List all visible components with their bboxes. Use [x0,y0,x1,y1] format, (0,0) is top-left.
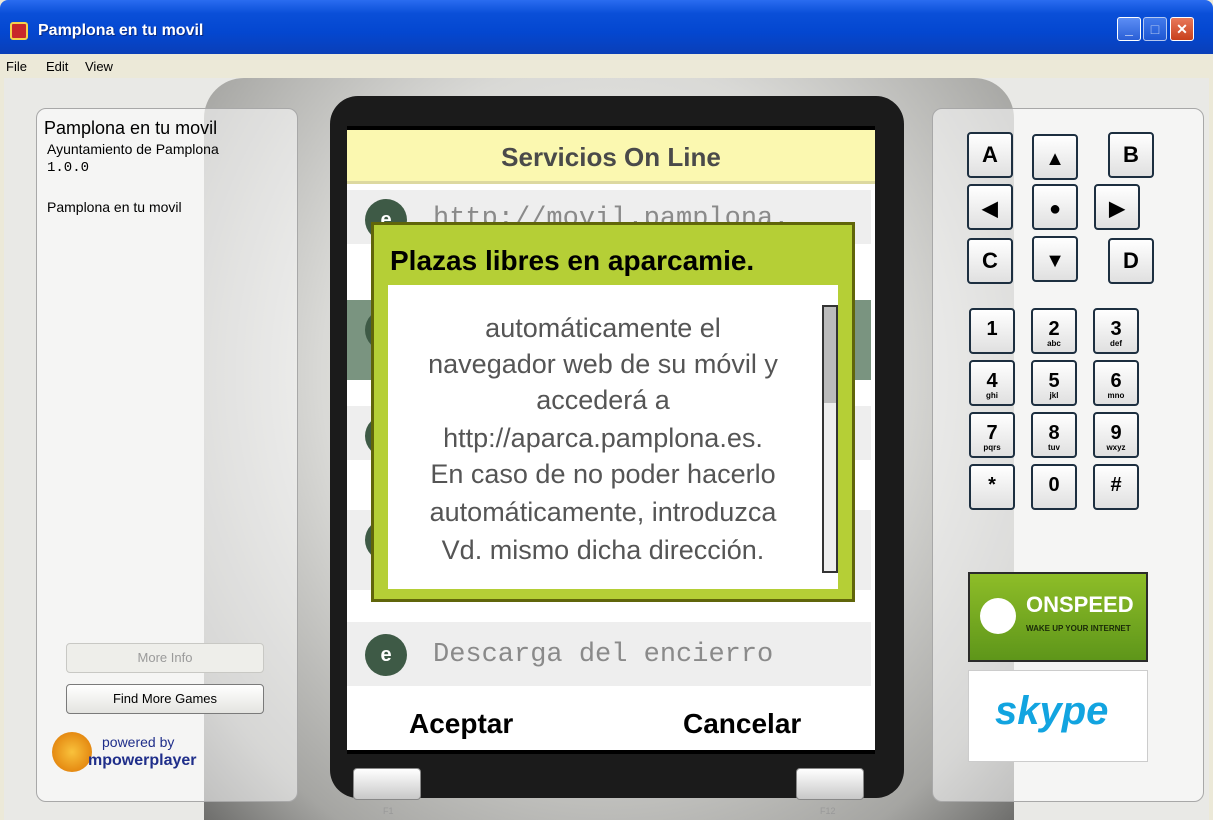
dialog-body: automáticamente el navegador web de su m… [388,285,838,589]
mpowerplayer-logo-icon [52,732,92,772]
f12-key-label: F12 [820,806,836,816]
key-b-label: B [1123,142,1139,167]
cancel-softkey[interactable]: Cancelar [683,708,801,740]
app-name: Pamplona en tu movil [44,118,218,138]
app-icon [10,22,28,40]
app-version: 1.0.0 [47,160,90,176]
maximize-button[interactable]: □ [1143,17,1167,41]
key-d[interactable]: D [1108,238,1154,284]
dialog-scroll-thumb[interactable] [824,307,836,403]
key-select[interactable]: ● [1032,184,1078,230]
dialog-text-line: automáticamente el [485,313,721,343]
dialog-text-line: En caso de no poder hacerlo [430,459,776,489]
key-6[interactable]: 6 mno [1093,360,1139,406]
key-c-label: C [982,248,998,273]
key-9[interactable]: 9 wxyz [1093,412,1139,458]
title-bar: Pamplona en tu movil _ □ ✕ [0,0,1213,54]
dialog-text-line: accederá a [536,385,670,415]
key-a[interactable]: A [967,132,1013,178]
key-0-label: 0 [1048,474,1060,496]
key-1[interactable]: 1 [969,308,1015,354]
dialog-text-line: navegador web de su móvil y [428,349,778,379]
arrow-left-icon: ◀ [982,198,998,220]
f1-key-label: F1 [383,806,394,816]
minimize-button[interactable]: _ [1117,17,1141,41]
close-button[interactable]: ✕ [1170,17,1194,41]
accept-softkey[interactable]: Aceptar [409,708,513,740]
dialog-title: Plazas libres en aparcamie. [390,245,755,276]
menu-view[interactable]: View [85,59,113,74]
arrow-down-icon: ▼ [1045,250,1065,272]
powered-by-name: mpowerplayer [88,752,197,769]
app-company: Ayuntamiento de Pamplona [47,141,219,157]
key-hash-label: # [1110,474,1122,496]
key-7-letters: pqrs [983,443,1001,452]
key-a-label: A [982,142,998,167]
onspeed-logo-icon [980,598,1016,634]
skype-logo: skype [995,689,1109,733]
app-description: Pamplona en tu movil [47,199,182,215]
arrow-up-icon: ▲ [1045,148,1065,170]
list-item-label: Descarga del encierro [433,640,774,670]
menu-bar: File Edit View [0,54,1213,78]
dialog-text-line: http://aparca.pamplona.es. [443,423,763,453]
onspeed-tagline: WAKE UP YOUR INTERNET [1026,624,1131,633]
more-info-button[interactable]: More Info [66,643,264,673]
key-0[interactable]: 0 [1031,464,1077,510]
alert-dialog: Plazas libres en aparcamie. automáticame… [371,222,855,602]
window-title: Pamplona en tu movil [38,22,204,39]
key-d-label: D [1123,248,1139,273]
key-b[interactable]: B [1108,132,1154,178]
powered-by-label: powered by [102,734,175,750]
arrow-right-icon: ▶ [1109,198,1125,220]
key-left[interactable]: ◀ [967,184,1013,230]
key-c[interactable]: C [967,238,1013,284]
key-1-label: 1 [986,318,998,340]
key-8[interactable]: 8 tuv [1031,412,1077,458]
browser-e-icon: e [365,634,407,676]
key-3-letters: def [1110,339,1122,348]
key-right[interactable]: ▶ [1094,184,1140,230]
skype-ad[interactable]: skype [968,670,1148,762]
menu-file[interactable]: File [6,59,27,74]
key-hash[interactable]: # [1093,464,1139,510]
key-4-letters: ghi [986,391,998,400]
list-item[interactable]: e Descarga del encierro [347,622,871,692]
key-up[interactable]: ▲ [1032,134,1078,180]
key-5[interactable]: 5 jkl [1031,360,1077,406]
f12-key[interactable] [796,768,864,800]
softkey-bar: Aceptar Cancelar [347,700,875,754]
key-6-letters: mno [1107,391,1125,400]
onspeed-ad[interactable]: ONSPEED WAKE UP YOUR INTERNET [968,572,1148,662]
dialog-text-line: Vd. mismo dicha dirección. [441,535,765,565]
key-8-letters: tuv [1048,443,1060,452]
key-5-letters: jkl [1049,391,1059,400]
find-more-games-button[interactable]: Find More Games [66,684,264,714]
key-down[interactable]: ▼ [1032,236,1078,282]
onspeed-name: ONSPEED [1026,592,1134,617]
client-area: Pamplona en tu movil Ayuntamiento de Pam… [4,78,1209,820]
select-dot-icon: ● [1048,198,1062,220]
key-9-letters: wxyz [1106,443,1126,452]
screen-header: Servicios On Line [347,130,875,184]
key-4[interactable]: 4 ghi [969,360,1015,406]
key-3[interactable]: 3 def [1093,308,1139,354]
dialog-text-line: automáticamente, introduzca [429,497,777,527]
key-star-label: * [988,474,996,496]
key-star[interactable]: * [969,464,1015,510]
key-2[interactable]: 2 abc [1031,308,1077,354]
powered-by-logo[interactable]: powered by mpowerplayer [52,726,212,780]
key-2-letters: abc [1047,339,1061,348]
f1-key[interactable] [353,768,421,800]
key-7[interactable]: 7 pqrs [969,412,1015,458]
menu-edit[interactable]: Edit [46,59,68,74]
dialog-scrollbar[interactable] [822,305,838,573]
